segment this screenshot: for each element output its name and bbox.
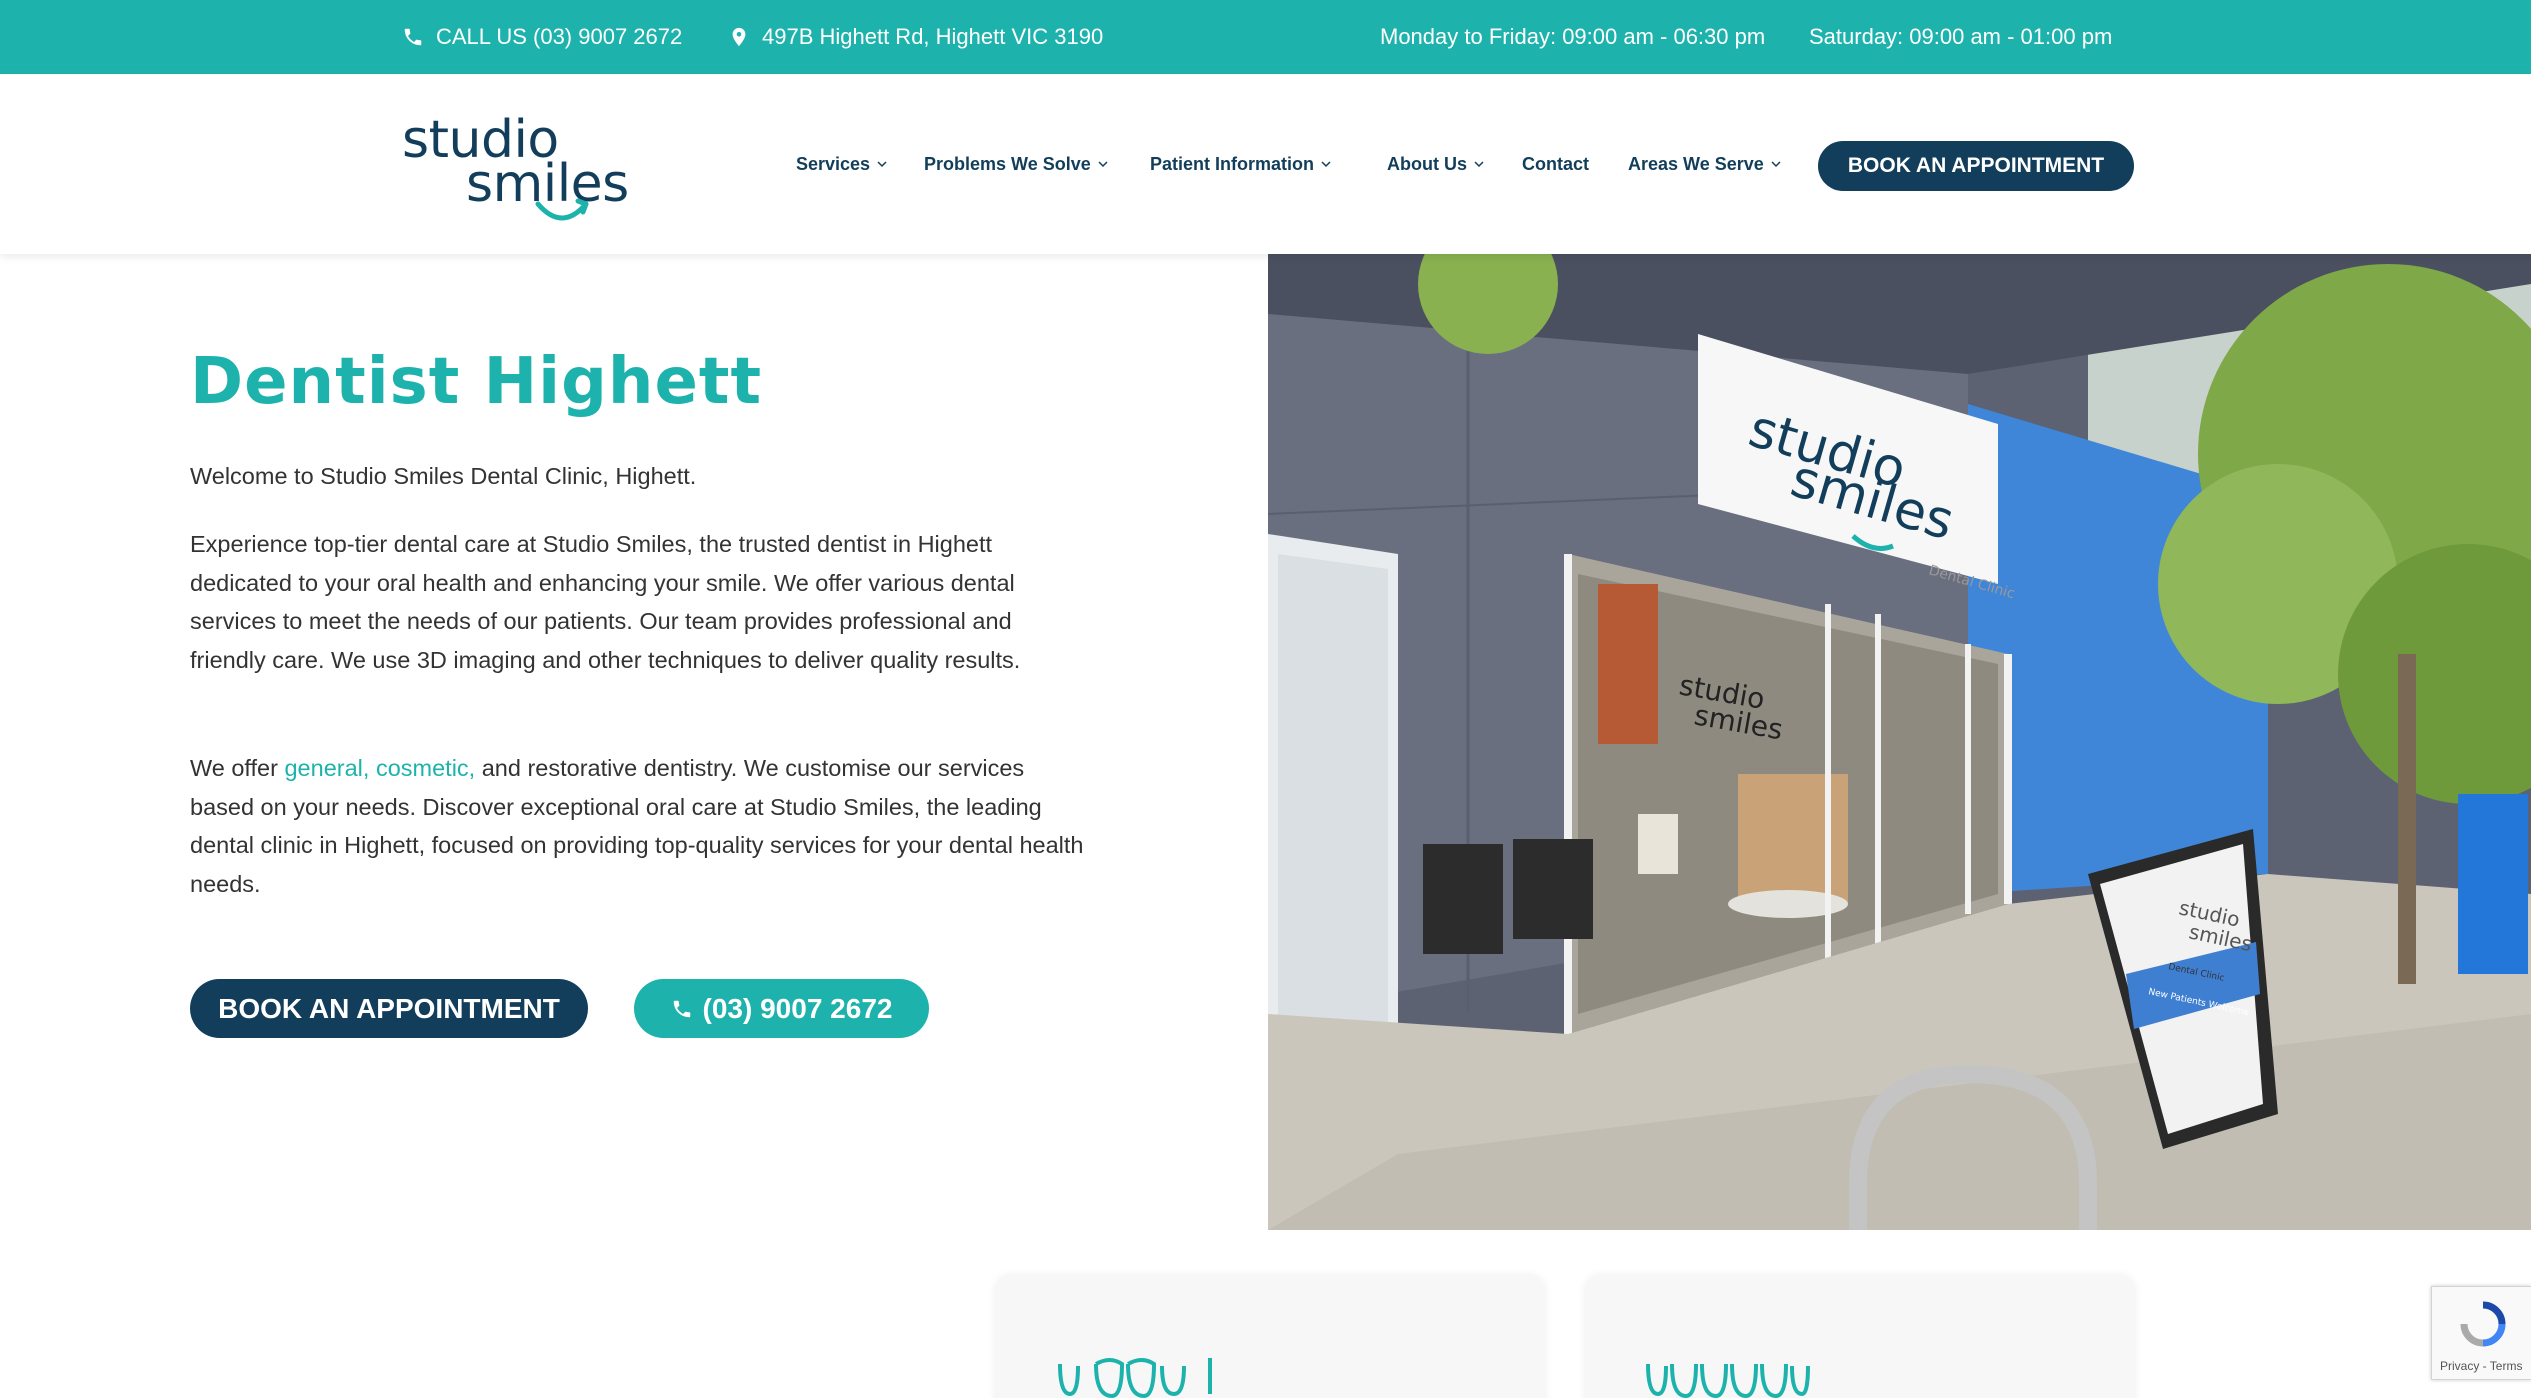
general-dentistry-link[interactable]: general, [284,755,369,781]
chevron-down-icon [1321,161,1331,168]
nav-about-label: About Us [1387,153,1467,174]
nav-problems-label: Problems We Solve [924,153,1091,174]
book-appointment-button[interactable]: BOOK AN APPOINTMENT [190,979,588,1038]
teeth-icon [1646,1363,1810,1398]
nav-problems-we-solve[interactable]: Problems We Solve [924,74,1109,254]
chevron-down-icon [877,161,887,168]
top-info-bar: CALL US (03) 9007 2672 497B Highett Rd, … [0,0,2531,74]
hero-body: Experience top-tier dental care at Studi… [190,531,1021,673]
service-card[interactable] [996,1274,1544,1398]
recaptcha-terms[interactable]: Privacy - Terms [2440,1359,2522,1373]
page-title: Dentist Highett [190,345,763,419]
header-book-appointment-button[interactable]: BOOK AN APPOINTMENT [1818,141,2134,191]
nav-contact-label: Contact [1522,153,1589,174]
phone-icon [673,1000,690,1017]
topbar-address-text: 497B Highett Rd, Highett VIC 3190 [762,24,1104,49]
smile-icon [535,198,589,221]
chevron-down-icon [1098,161,1108,168]
service-card[interactable] [1586,1274,2134,1398]
call-phone-button[interactable]: (03) 9007 2672 [634,979,929,1038]
phone-icon [404,28,422,46]
clinic-storefront-photo: studio smiles Dental Clinic studio smile… [1268,254,2531,1230]
nav-services-label: Services [796,153,871,174]
topbar-phone[interactable]: CALL US (03) 9007 2672 [402,0,682,74]
nav-services[interactable]: Services [796,74,888,254]
teeth-icon [1058,1358,1212,1398]
hours-saturday-text: Saturday: 09:00 am - 01:00 pm [1809,24,2113,49]
topbar-hours-saturday: Saturday: 09:00 am - 01:00 pm [1809,0,2112,74]
nav-about-us[interactable]: About Us [1387,74,1485,254]
nav-patient-information[interactable]: Patient Information [1150,74,1332,254]
map-pin-icon [732,27,746,47]
hours-weekday-text: Monday to Friday: 09:00 am - 06:30 pm [1380,24,1766,49]
cosmetic-dentistry-link[interactable]: cosmetic, [376,755,475,781]
hero-offer: We offer general, cosmetic, and restorat… [190,749,1090,903]
recaptcha-badge[interactable]: Privacy - Terms [2431,1286,2531,1380]
chevron-down-icon [1474,161,1484,168]
topbar-phone-text: CALL US (03) 9007 2672 [436,24,683,49]
studio-smiles-logo[interactable]: studio smiles [400,106,636,226]
hero-intro: Welcome to Studio Smiles Dental Clinic, … [190,463,697,489]
topbar-hours-weekday: Monday to Friday: 09:00 am - 06:30 pm [1380,0,1765,74]
nav-areas-we-serve[interactable]: Areas We Serve [1628,74,1782,254]
offer-prefix: We offer [190,755,285,781]
topbar-address[interactable]: 497B Highett Rd, Highett VIC 3190 [728,0,1103,74]
call-phone-label: (03) 9007 2672 [702,992,893,1024]
nav-contact[interactable]: Contact [1522,74,1589,254]
recaptcha-icon [2460,1301,2506,1347]
nav-patient-label: Patient Information [1150,153,1315,174]
nav-areas-label: Areas We Serve [1628,153,1764,174]
chevron-down-icon [1771,161,1781,168]
